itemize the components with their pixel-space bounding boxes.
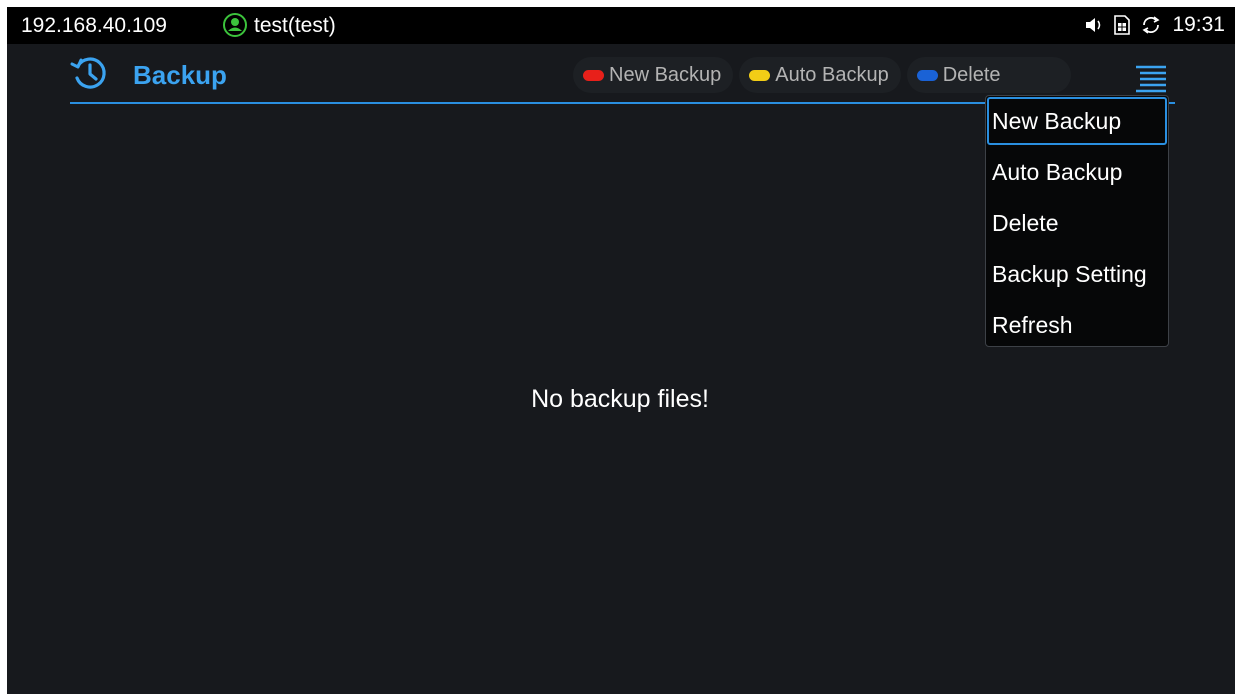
blue-key-icon xyxy=(916,69,938,81)
menu-icon[interactable] xyxy=(1133,61,1169,95)
status-icons: 19:31 xyxy=(1084,12,1225,38)
account-name: test(test) xyxy=(254,14,336,37)
key-hint-bar: New Backup Auto Backup Delete xyxy=(573,56,1077,94)
status-bar: 192.168.40.109 test(test) 19:31 xyxy=(7,7,1235,44)
yellow-key-icon xyxy=(749,69,771,81)
hint-label: Delete xyxy=(942,63,1001,86)
hint-label: New Backup xyxy=(609,63,722,86)
sim-icon xyxy=(1114,15,1131,35)
menu-item-new-backup[interactable]: New Backup xyxy=(987,97,1167,145)
menu-item-backup-setting[interactable]: Backup Setting xyxy=(987,250,1167,298)
hint-new-backup[interactable]: New Backup xyxy=(573,57,734,93)
backup-history-icon xyxy=(70,54,108,92)
account-icon xyxy=(222,12,248,38)
options-menu: New Backup Auto Backup Delete Backup Set… xyxy=(985,95,1169,347)
page-title: Backup xyxy=(133,60,227,90)
menu-item-refresh[interactable]: Refresh xyxy=(987,301,1167,349)
menu-item-auto-backup[interactable]: Auto Backup xyxy=(987,148,1167,196)
menu-item-delete[interactable]: Delete xyxy=(987,199,1167,247)
hint-auto-backup[interactable]: Auto Backup xyxy=(739,57,901,93)
hint-label: Auto Backup xyxy=(775,63,889,86)
device-screen: 192.168.40.109 test(test) 19:31 Backup N… xyxy=(7,7,1235,694)
empty-state-message: No backup files! xyxy=(531,385,709,413)
sync-icon xyxy=(1140,14,1162,36)
speaker-icon xyxy=(1084,16,1104,34)
hint-delete[interactable]: Delete xyxy=(906,57,1071,93)
ip-address: 192.168.40.109 xyxy=(21,14,167,37)
clock: 19:31 xyxy=(1172,13,1225,36)
red-key-icon xyxy=(583,69,604,81)
